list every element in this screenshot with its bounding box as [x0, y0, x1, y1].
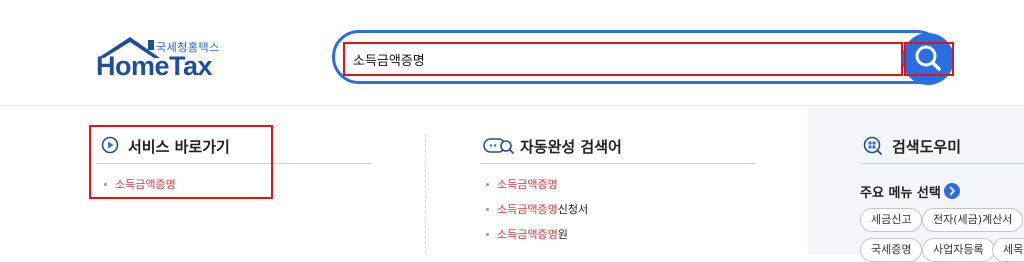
- menu-chip[interactable]: 전자(세금)계산서: [922, 208, 1024, 232]
- panel-divider: [425, 134, 426, 254]
- header: 국세청홈택스 HomeTax: [0, 0, 1024, 106]
- link-highlight: 소득금액증명: [497, 203, 558, 216]
- link-rest: 신청서: [557, 203, 589, 216]
- link-rest: 원: [557, 228, 568, 241]
- link-highlight: 소득금액증명: [497, 228, 558, 241]
- search-helper-title: 검색도우미: [892, 138, 962, 156]
- autocomplete-underline: [480, 163, 756, 164]
- list-item[interactable]: 소득금액증명: [486, 178, 588, 203]
- main-menu-label: 주요 메뉴 선택: [860, 186, 941, 201]
- hometax-logo[interactable]: 국세청홈택스 HomeTax: [96, 34, 226, 81]
- logo-brand-text: HomeTax: [96, 51, 213, 81]
- menu-chip[interactable]: 국세증명: [860, 238, 923, 262]
- search-helper-underline: [860, 163, 1024, 164]
- search-input[interactable]: [343, 42, 903, 76]
- menu-chip[interactable]: 사업자등록: [922, 238, 995, 262]
- list-item[interactable]: 소득금액증명: [104, 178, 176, 203]
- list-item[interactable]: 소득금액증명신청서: [486, 203, 588, 228]
- service-shortcut-title: 서비스 바로가기: [128, 138, 230, 156]
- search-button[interactable]: [902, 33, 954, 85]
- service-shortcut-list: 소득금액증명: [104, 178, 176, 203]
- search-chat-icon: [483, 138, 514, 154]
- link-highlight: 소득금액증명: [497, 178, 558, 191]
- autocomplete-title: 자동완성 검색어: [520, 138, 622, 156]
- menu-chip[interactable]: 세금신고: [860, 208, 923, 232]
- magnifier-icon: [915, 45, 941, 71]
- chevron-right-icon: [949, 186, 955, 196]
- service-shortcut-underline: [96, 163, 372, 164]
- grid-search-icon: [863, 136, 882, 155]
- list-item[interactable]: 소득금액증명원: [486, 228, 588, 253]
- link-highlight: 소득금액증명: [115, 178, 176, 191]
- menu-chip[interactable]: 세목별: [992, 238, 1024, 262]
- autocomplete-list: 소득금액증명 소득금액증명신청서 소득금액증명원: [486, 178, 588, 253]
- play-circle-icon: [101, 136, 119, 154]
- menu-select-button[interactable]: [944, 183, 960, 199]
